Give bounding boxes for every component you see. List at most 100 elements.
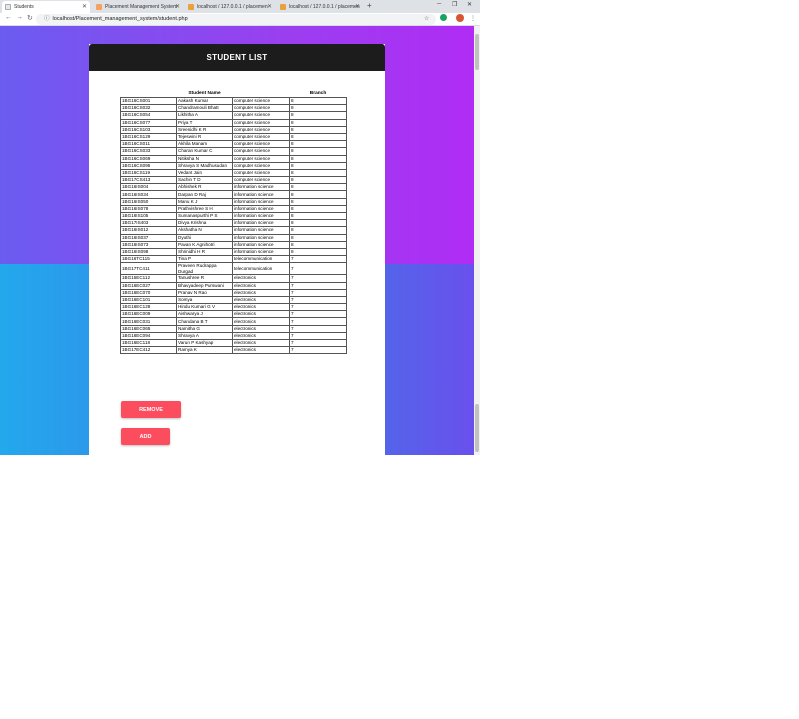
semester-cell: 8 bbox=[289, 197, 347, 206]
student-name-cell: Tejeswini R bbox=[176, 132, 233, 142]
branch-cell: information science bbox=[232, 197, 290, 206]
table-row: 1BG16CS032 Chandramouli Bhatt computer sci… bbox=[120, 104, 347, 113]
student-name-cell: Akshatha N bbox=[176, 226, 233, 235]
branch-cell: information science bbox=[232, 211, 290, 221]
semester-cell: 8 bbox=[289, 219, 347, 228]
vertical-scrollbar[interactable] bbox=[474, 26, 480, 455]
usn-cell: 1BG16IS012 bbox=[120, 226, 177, 235]
semester-cell: 7 bbox=[289, 346, 347, 355]
info-icon[interactable]: ⓘ bbox=[44, 16, 50, 22]
student-name-cell: Ramya K bbox=[176, 346, 233, 355]
tab-phpmyadmin-1[interactable]: localhost / 127.0.0.1 / placemen ✕ bbox=[185, 1, 275, 13]
branch-cell: electronics bbox=[232, 324, 290, 333]
phpmyadmin-favicon-icon bbox=[188, 4, 194, 10]
table-row: 1BG16CS001 Aakash Kumar computer science 8 bbox=[120, 96, 347, 106]
usn-cell: 1BG17CS413 bbox=[120, 176, 177, 185]
branch-cell: computer science bbox=[232, 132, 290, 142]
student-name-cell: Aishwarya J bbox=[176, 310, 233, 319]
usn-cell: 1BG16IS078 bbox=[120, 204, 177, 214]
student-name-cell: Praveen Rudrappa Durgad bbox=[176, 262, 233, 276]
semester-cell: 7 bbox=[289, 310, 347, 319]
close-tab-icon[interactable]: ✕ bbox=[82, 3, 87, 10]
semester-cell: 8 bbox=[289, 233, 347, 242]
branch-cell: computer science bbox=[232, 118, 290, 127]
maximize-icon[interactable]: ❐ bbox=[452, 1, 457, 8]
scrollbar-thumb-upper[interactable] bbox=[475, 34, 479, 70]
add-button[interactable]: ADD bbox=[121, 428, 170, 445]
close-tab-icon[interactable]: ✕ bbox=[175, 3, 180, 10]
branch-cell: electronics bbox=[232, 338, 290, 348]
table-row: 1BG16CS054 Likhitha Acomputer science 8 bbox=[120, 111, 347, 120]
table-row: 1BG16TC115 Tina Ptelecommunication 7 bbox=[120, 255, 347, 264]
semester-cell: 7 bbox=[289, 303, 347, 312]
student-name-cell: Aakash Kumar bbox=[176, 96, 233, 106]
semester-cell: 7 bbox=[289, 338, 347, 348]
table-row: 1BG17CS413 Sachin T Dcomputer science 8 bbox=[120, 176, 347, 185]
usn-cell: 1BG16CS069 bbox=[120, 154, 177, 163]
semester-cell: 8 bbox=[289, 226, 347, 235]
tab-students[interactable]: Students ✕ bbox=[2, 1, 90, 13]
student-name-cell: Dyuthi bbox=[176, 233, 233, 242]
student-name-cell: Manu K J bbox=[176, 197, 233, 206]
url-text: localhost/Placement_management_system/st… bbox=[52, 16, 188, 22]
usn-cell: 1BG16IS098 bbox=[120, 247, 177, 257]
phpmyadmin-favicon-icon bbox=[280, 4, 286, 10]
semester-cell: 7 bbox=[289, 255, 347, 264]
browser-toolbar: ← → ↻ ⓘ localhost/Placement_management_sy… bbox=[0, 13, 480, 26]
semester-cell: 8 bbox=[289, 111, 347, 120]
table-row: 1BG16IS105 Sumanaspurthi P Sinformation s… bbox=[120, 211, 347, 221]
back-arrow-icon[interactable]: ← bbox=[5, 14, 12, 21]
usn-cell: 1BG16CS054 bbox=[120, 111, 177, 120]
semester-cell: 8 bbox=[289, 154, 347, 163]
kebab-menu-icon[interactable]: ⋮ bbox=[470, 15, 476, 22]
close-tab-icon[interactable]: ✕ bbox=[355, 3, 360, 10]
usn-cell: 1BG16IS037 bbox=[120, 233, 177, 242]
student-name-cell: Charan Kumar C bbox=[176, 147, 233, 156]
usn-cell: 1BG16IS073 bbox=[120, 240, 177, 249]
new-tab-button[interactable]: + bbox=[367, 1, 372, 10]
student-name-cell: Prathvishree S H bbox=[176, 204, 233, 214]
usn-cell: 1BG16CS095 bbox=[120, 161, 177, 170]
usn-cell: 1BG16CS032 bbox=[120, 104, 177, 113]
table-row: 1BG16IS073 Pavan K Agnihotri information s… bbox=[120, 240, 347, 249]
close-window-icon[interactable]: ✕ bbox=[467, 1, 472, 8]
table-row: 1BG17EC412 Ramya Kelectronics 7 bbox=[120, 346, 347, 355]
address-bar[interactable]: ⓘ localhost/Placement_management_system/s… bbox=[36, 14, 436, 25]
scrollbar-thumb[interactable] bbox=[475, 404, 479, 452]
semester-cell: 8 bbox=[289, 96, 347, 106]
student-name-cell: Chandana B T bbox=[176, 317, 233, 326]
branch-cell: computer science bbox=[232, 125, 290, 134]
branch-cell: computer science bbox=[232, 111, 290, 120]
table-row: 1BG16EC027 Bhavyadeep Purswani electronics… bbox=[120, 281, 347, 290]
extension-icon[interactable] bbox=[440, 14, 447, 21]
tab-label: Students bbox=[14, 4, 34, 10]
semester-cell: 8 bbox=[289, 125, 347, 134]
usn-cell: 1BG16EC031 bbox=[120, 317, 177, 326]
star-icon[interactable]: ☆ bbox=[424, 15, 429, 22]
student-table-wrapper: Student Name Branch 1BG16CS001 Aakash Kum… bbox=[120, 91, 347, 355]
forward-arrow-icon[interactable]: → bbox=[16, 14, 23, 21]
student-name-cell: Pranav N Rao bbox=[176, 288, 233, 297]
branch-cell: electronics bbox=[232, 346, 290, 355]
minimize-icon[interactable]: ─ bbox=[437, 1, 441, 7]
tab-placement-management[interactable]: Placement Management System ✕ bbox=[93, 1, 183, 13]
student-name-cell: Namitha G bbox=[176, 324, 233, 333]
branch-cell: electronics bbox=[232, 331, 290, 341]
table-row: 1BG16IS034 Darpan D Raj information scienc… bbox=[120, 190, 347, 199]
profile-avatar-icon[interactable] bbox=[456, 14, 464, 22]
student-name-cell: Hindu Kumari G V bbox=[176, 303, 233, 312]
tab-phpmyadmin-2[interactable]: localhost / 127.0.0.1 / placemen ✕ bbox=[277, 1, 363, 13]
semester-cell: 8 bbox=[289, 168, 347, 178]
branch-cell: information science bbox=[232, 190, 290, 199]
student-name-cell: Divya Krishna bbox=[176, 219, 233, 228]
tab-label: localhost / 127.0.0.1 / placemen bbox=[197, 4, 268, 10]
close-tab-icon[interactable]: ✕ bbox=[267, 3, 272, 10]
semester-cell: 7 bbox=[289, 317, 347, 326]
table-row: 1BG16CS069 Nitiksha Ncomputer science 8 bbox=[120, 154, 347, 163]
semester-cell: 8 bbox=[289, 247, 347, 257]
branch-cell: electronics bbox=[232, 310, 290, 319]
reload-icon[interactable]: ↻ bbox=[27, 14, 33, 22]
usn-cell: 1BG16IS004 bbox=[120, 183, 177, 192]
remove-button[interactable]: REMOVE bbox=[121, 401, 181, 418]
table-row: 1BG15EC112 Tanushree Relectronics 7 bbox=[120, 274, 347, 283]
